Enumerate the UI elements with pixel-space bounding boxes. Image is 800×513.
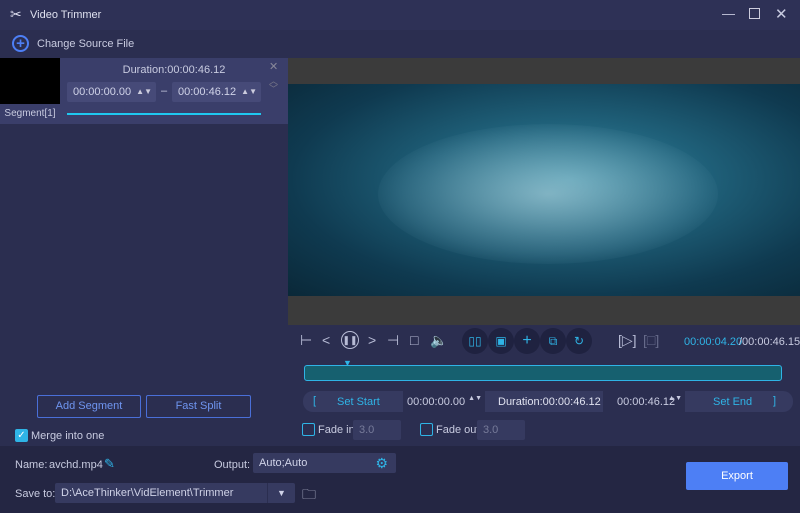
change-source-button[interactable]: + Change Source File (0, 30, 800, 58)
previous-frame-icon[interactable]: < (322, 332, 330, 348)
segment-range-bar (67, 113, 261, 115)
spinner-icon: ▲▼ (136, 87, 152, 96)
set-end-button[interactable]: Set End (713, 396, 752, 408)
chevron-down-icon[interactable]: ﹀ (269, 82, 278, 95)
merge-label: Merge into one (31, 430, 105, 442)
fade-out-label: Fade out (436, 424, 480, 436)
maximize-icon[interactable] (749, 8, 760, 19)
copy-icon[interactable]: ⧉ (540, 328, 566, 354)
gear-icon: ⚙ (375, 455, 388, 471)
plus-circle-icon: + (12, 35, 29, 52)
file-name: avchd.mp4 (49, 459, 103, 471)
chevron-down-icon: ▼ (267, 483, 295, 503)
segment-label[interactable]: Segment[1] (0, 104, 60, 124)
video-frame[interactable] (288, 84, 800, 296)
current-time: 00:00:04.20 (684, 336, 743, 348)
save-to-label: Save to: (15, 488, 56, 500)
trim-duration: Duration:00:00:46.12 (498, 396, 601, 408)
fade-out-input[interactable]: 3.0 (477, 420, 525, 440)
fade-in-checkbox[interactable] (302, 423, 315, 436)
bracket-left-icon: [ (313, 395, 317, 407)
go-to-end-icon[interactable]: ⊣ (387, 332, 399, 349)
name-label: Name: (15, 459, 48, 471)
fade-in-label: Fade in (318, 424, 355, 436)
fade-out-checkbox[interactable] (420, 423, 433, 436)
next-frame-icon[interactable]: > (368, 332, 376, 348)
edit-icon[interactable]: ✎ (104, 456, 115, 472)
close-icon[interactable]: ✕ (775, 5, 788, 23)
trim-end-input[interactable]: 00:00:46.12 ▲▼ (603, 391, 685, 412)
segment-duration: Duration:00:00:46.12 (122, 64, 226, 76)
split-icon[interactable]: ▯▯ (462, 328, 488, 354)
segment-start-input[interactable]: 00:00:00.00 ▲▼ (67, 82, 156, 102)
title-bar: ✂ Video Trimmer — ✕ (0, 0, 800, 30)
stop-segment-icon[interactable]: [□] (643, 332, 659, 348)
stop-icon[interactable]: □ (410, 332, 418, 348)
crop-icon[interactable]: ▣ (488, 328, 514, 354)
minimize-icon[interactable]: — (722, 6, 735, 21)
volume-icon[interactable]: 🔈 (430, 332, 447, 349)
add-icon[interactable]: + (514, 328, 540, 354)
folder-icon[interactable]: 🗀 (302, 484, 316, 508)
segment-thumbnail (0, 58, 60, 104)
play-segment-icon[interactable]: [▷] (618, 332, 637, 349)
export-button[interactable]: Export (686, 462, 788, 490)
fade-in-input[interactable]: 3.0 (353, 420, 401, 440)
go-to-start-icon[interactable]: ⊢ (300, 332, 312, 349)
close-icon[interactable]: ✕ (269, 60, 278, 73)
change-source-label: Change Source File (37, 38, 135, 50)
segment-end-input[interactable]: 00:00:46.12 ▲▼ (172, 82, 261, 102)
total-time: /00:00:46.15 (739, 336, 800, 348)
save-path-select[interactable]: D:\AceThinker\VidElement\Trimmer ▼ (55, 483, 295, 503)
timeline-track[interactable] (304, 365, 782, 381)
set-start-button[interactable]: Set Start (337, 396, 380, 408)
output-label: Output: (214, 459, 251, 471)
add-segment-button[interactable]: Add Segment (37, 395, 141, 418)
segment-item[interactable]: Duration:00:00:46.12 ✕ ︿ ﹀ 00:00:00.00 ▲▼… (60, 58, 288, 124)
merge-checkbox[interactable]: ✓ (15, 429, 28, 442)
playback-toolbar: ⊢ < ❚❚ > ⊣ □ 🔈 ▯▯ ▣ + ⧉ ↻ [▷] [□] 00:00:… (300, 328, 800, 354)
trim-start-input[interactable]: 00:00:00.00 ▲▼ (403, 391, 485, 412)
reset-icon[interactable]: ↻ (566, 328, 592, 354)
dash: – (161, 85, 168, 97)
trim-bar: [ Set Start 00:00:00.00 ▲▼ Duration:00:00… (303, 391, 793, 412)
output-settings[interactable]: Auto;Auto ⚙ (253, 453, 396, 473)
app-title: Video Trimmer (30, 9, 102, 21)
bracket-right-icon: ] (773, 395, 777, 407)
playhead[interactable]: ▼ (343, 358, 352, 368)
bottom-bar: Name: avchd.mp4 ✎ Output: Auto;Auto ⚙ Sav… (0, 446, 800, 513)
scissors-icon: ✂ (10, 6, 22, 22)
fish-school (378, 124, 718, 264)
pause-icon[interactable]: ❚❚ (341, 331, 359, 349)
fast-split-button[interactable]: Fast Split (146, 395, 251, 418)
spinner-icon: ▲▼ (241, 87, 257, 96)
